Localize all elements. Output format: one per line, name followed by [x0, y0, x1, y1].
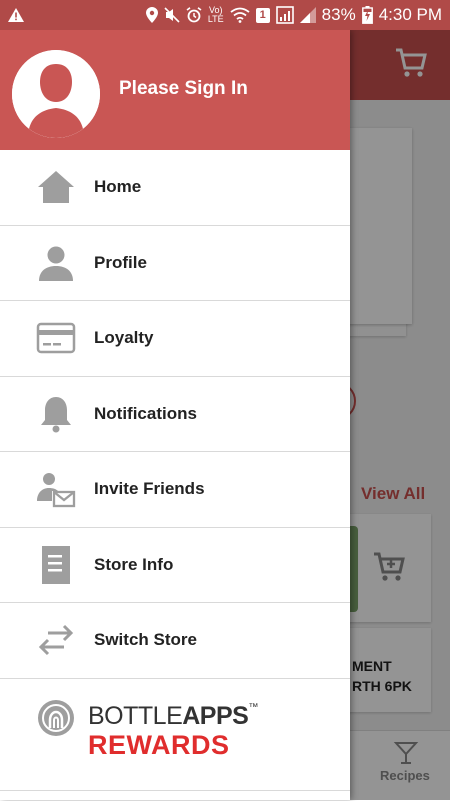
- bottleapps-rewards-logo: BOTTLEAPPS™ REWARDS: [36, 696, 276, 766]
- bell-icon: [36, 394, 76, 434]
- mute-icon: [164, 7, 180, 23]
- home-icon: [36, 167, 76, 207]
- menu-item-home[interactable]: Home: [0, 150, 350, 226]
- battery-charging-icon: [361, 6, 373, 24]
- profile-icon: [36, 243, 76, 283]
- menu-item-switch-store[interactable]: Switch Store: [0, 603, 350, 679]
- location-icon: [145, 7, 158, 23]
- menu-item-store-info[interactable]: Store Info: [0, 528, 350, 603]
- clock: 4:30 PM: [378, 5, 442, 24]
- sign-in-label[interactable]: Please Sign In: [119, 78, 248, 100]
- signal-box-icon: [275, 6, 294, 24]
- volte-icon: Vo) LTE: [207, 5, 224, 24]
- trademark-symbol: ™: [248, 702, 258, 713]
- brand-wordmark: BOTTLEAPPS™: [88, 702, 258, 731]
- document-icon: [36, 545, 76, 585]
- drawer-header[interactable]: Please Sign In: [0, 30, 350, 150]
- menu-item-profile[interactable]: Profile: [0, 226, 350, 301]
- brand-word-bottle: BOTTLE: [88, 702, 183, 730]
- swap-icon: [36, 620, 76, 660]
- menu-label: Notifications: [94, 403, 197, 423]
- menu-item-notifications[interactable]: Notifications: [0, 377, 350, 452]
- notification-count-badge: 1: [255, 7, 270, 23]
- network-type: LTE: [207, 14, 224, 24]
- cell-signal-icon: [299, 7, 316, 23]
- menu-item-loyalty[interactable]: Loyalty: [0, 301, 350, 377]
- menu-label: Profile: [94, 252, 147, 272]
- menu-label: Switch Store: [94, 630, 197, 650]
- invite-icon: [36, 469, 76, 509]
- card-icon: [36, 318, 76, 358]
- drawer-menu: Home Profile Loyalty Notifications Invit…: [0, 150, 350, 679]
- navigation-drawer: Please Sign In Home Profile Loyalty Noti…: [0, 30, 350, 800]
- wifi-icon: [230, 7, 250, 23]
- avatar[interactable]: [12, 50, 100, 138]
- menu-label: Store Info: [94, 554, 174, 574]
- menu-label: Home: [94, 177, 142, 197]
- menu-item-invite-friends[interactable]: Invite Friends: [0, 452, 350, 528]
- divider: [0, 790, 350, 791]
- alarm-icon: [186, 7, 202, 23]
- menu-label: Loyalty: [94, 328, 154, 348]
- bottle-cap-icon: [36, 698, 76, 743]
- menu-label: Invite Friends: [94, 479, 205, 499]
- brand-word-apps: APPS: [182, 702, 249, 730]
- user-silhouette-icon: [12, 50, 100, 138]
- status-bar: Vo) LTE 1 83% 4:30 PM: [0, 0, 450, 30]
- brand-rewards-label: REWARDS: [88, 730, 230, 760]
- warning-icon: [8, 8, 24, 22]
- battery-percent: 83%: [321, 5, 356, 24]
